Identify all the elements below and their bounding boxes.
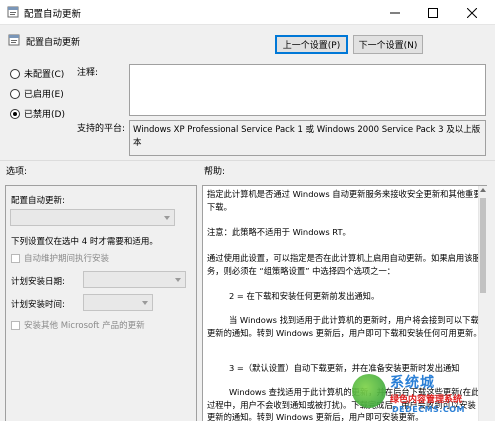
policy-window-icon [7,6,19,18]
watermark-logo-icon [352,374,386,408]
maintenance-install-checkbox-box[interactable] [11,253,20,263]
install-time-dropdown[interactable] [83,294,153,311]
options-pane: 配置自动更新: 下列设置仅在选中 4 时才需要和适用。 自动维护期间执行安装 计… [5,185,197,421]
help-label: 帮助: [204,167,226,177]
radio-enabled[interactable]: 已启用(E) [10,87,64,100]
radio-not-configured[interactable]: 未配置(C) [10,67,64,80]
options-heading: 配置自动更新: [11,196,65,206]
scroll-thumb[interactable] [480,198,486,293]
options-label: 选项: [6,167,28,177]
radio-disabled-label: 已禁用(D) [24,110,65,120]
watermark-subtitle: 绿色内容管理系统 [390,395,463,405]
comment-label: 注释: [77,68,99,78]
watermark-title: 系统城 [390,375,435,391]
install-day-dropdown[interactable] [83,271,186,288]
minimize-icon [390,12,400,13]
previous-setting-button[interactable]: 上一个设置(P) [275,35,348,54]
chevron-down-icon [164,216,170,220]
close-button[interactable] [452,0,492,25]
policy-setting-icon [8,34,20,46]
next-setting-button[interactable]: 下一个设置(N) [353,35,423,54]
chevron-down-icon [175,278,181,282]
section-divider [0,160,495,161]
policy-name: 配置自动更新 [26,38,81,48]
radio-not-configured-indicator[interactable] [10,68,20,79]
close-icon [467,7,477,18]
maximize-button[interactable] [413,0,453,25]
other-products-checkbox-box[interactable] [11,320,20,330]
help-paragraph: 2 = 在下载和安装任何更新前发出通知。 [229,291,380,301]
radio-enabled-label: 已启用(E) [24,90,64,100]
supported-on-value: Windows XP Professional Service Pack 1 或… [129,120,486,156]
help-paragraph: 注意：此策略不适用于 Windows RT。 [207,227,351,237]
help-paragraph: 通过使用此设置，可以指定是否在此计算机上启用自动更新。如果启用该服务，则必须在 … [207,253,481,276]
other-products-checkbox-label: 安装其他 Microsoft 产品的更新 [24,321,145,331]
help-paragraph: 指定此计算机是否通过 Windows 自动更新服务来接收安全更新和其他重要下载。 [207,189,482,212]
radio-enabled-indicator[interactable] [10,88,20,99]
minimize-button[interactable] [375,0,415,25]
supported-on-label: 支持的平台: [77,124,126,134]
install-time-label: 计划安装时间: [11,300,65,310]
other-products-checkbox[interactable]: 安装其他 Microsoft 产品的更新 [11,319,145,331]
chevron-down-icon [142,301,148,305]
radio-disabled-indicator[interactable] [10,108,20,119]
maintenance-install-checkbox[interactable]: 自动维护期间执行安装 [11,252,109,264]
window-title: 配置自动更新 [24,9,82,20]
maintenance-install-checkbox-label: 自动维护期间执行安装 [24,254,110,264]
radio-not-configured-label: 未配置(C) [24,70,65,80]
install-day-label: 计划安装日期: [11,277,65,287]
options-note: 下列设置仅在选中 4 时才需要和适用。 [11,237,158,247]
watermark-url: DEDECMS.COM [392,405,465,414]
help-paragraph: 当 Windows 找到适用于此计算机的更新时，用户将会接到可以下载更新的通知。… [207,315,482,338]
watermark: 系统城 绿色内容管理系统 DEDECMS.COM [352,372,492,418]
configure-updates-dropdown[interactable] [10,209,175,226]
comment-textarea[interactable] [129,64,486,116]
title-bar: 配置自动更新 [0,0,495,25]
scroll-up-icon[interactable] [480,188,486,192]
radio-disabled[interactable]: 已禁用(D) [10,107,65,120]
maximize-icon [428,7,438,18]
